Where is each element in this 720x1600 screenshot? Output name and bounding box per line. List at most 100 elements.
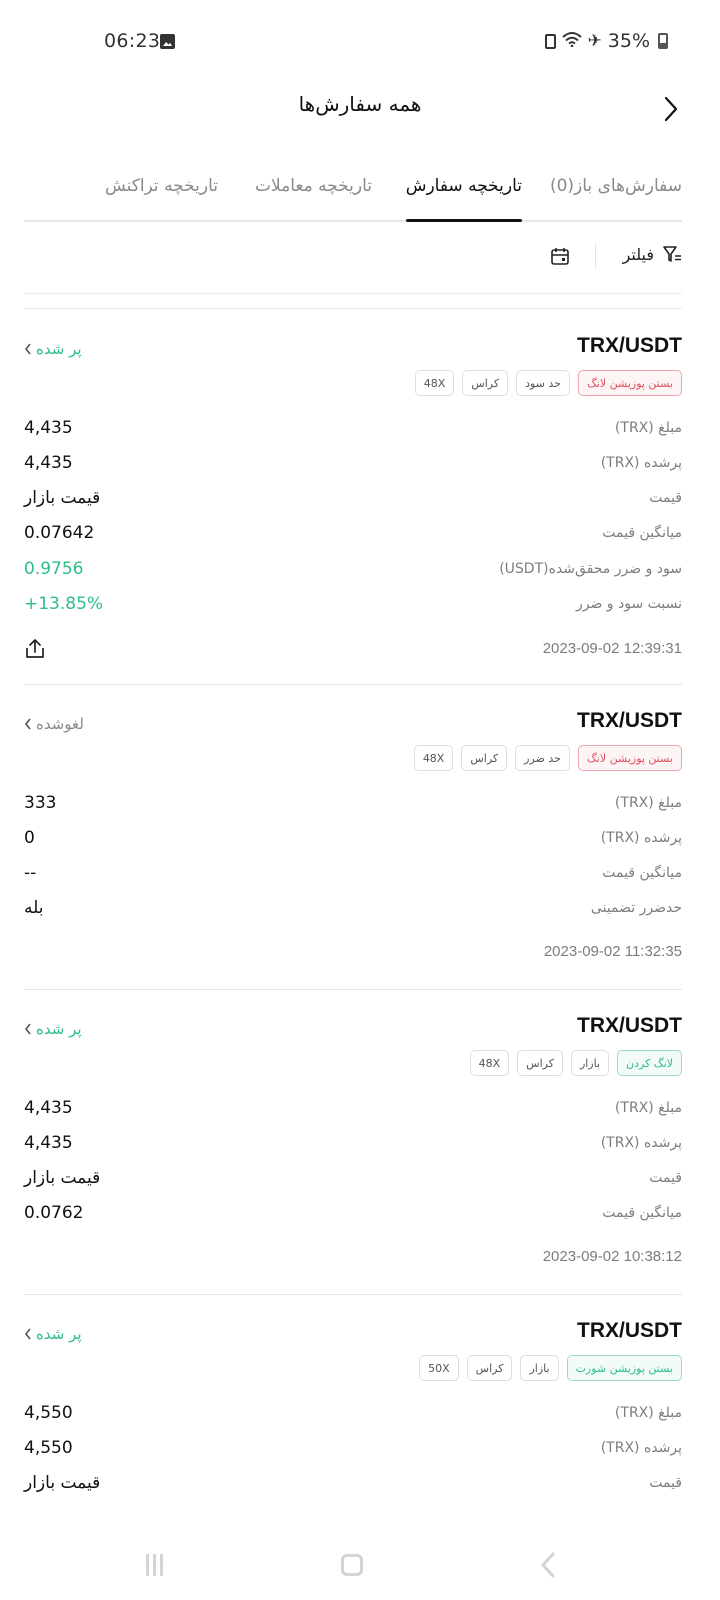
tab-open-orders[interactable]: سفارش‌های باز(0)	[550, 176, 682, 220]
row-value: قیمت بازار	[24, 488, 101, 508]
row-label: پرشده (TRX)	[600, 1440, 682, 1456]
row-value: قیمت بازار	[24, 1473, 101, 1493]
row-value: --	[24, 863, 37, 883]
filter-divider	[595, 244, 596, 268]
row-label: مبلغ (TRX)	[614, 420, 682, 436]
chevron-left-icon	[541, 1552, 555, 1578]
chevron-right-icon	[664, 96, 678, 122]
chevron-left-icon	[24, 343, 31, 355]
chevron-left-icon	[24, 718, 31, 730]
order-tags: بستن پوزیشن لانگ حد ضرر کراس 48X	[413, 745, 682, 771]
row-value: 4,435	[24, 1098, 73, 1118]
battery-icon	[658, 33, 668, 49]
order-row: میانگین قیمت 0.0762	[24, 1201, 682, 1229]
battery-percent: 35%	[607, 30, 650, 52]
system-nav-bar	[0, 1536, 720, 1600]
order-row: حدضرر تضمینی بله	[24, 896, 682, 924]
order-pair: TRX/USDT	[577, 334, 682, 357]
tag-side: بستن پوزیشن شورت	[566, 1355, 682, 1381]
order-card[interactable]: TRX/USDT پر شده بستن پوزیشن شورت بازار ک…	[24, 1295, 682, 1525]
row-label: قیمت	[649, 490, 682, 506]
airplane-mode-icon: ✈	[587, 31, 602, 51]
row-label: مبلغ (TRX)	[614, 795, 682, 811]
filter-button[interactable]: فیلتر	[623, 244, 682, 264]
row-label: نسبت سود و ضرر	[575, 596, 682, 612]
order-card[interactable]: TRX/USDT پر شده بستن پوزیشن لانگ حد سود …	[24, 310, 682, 685]
header: همه سفارش‌ها	[0, 80, 720, 140]
tab-transaction-history[interactable]: تاریخچه تراکنش	[105, 176, 218, 220]
list-top-divider	[24, 308, 682, 309]
row-value: 333	[24, 793, 57, 813]
row-label: پرشده (TRX)	[600, 1135, 682, 1151]
tag-margin-mode: کراس	[461, 745, 508, 771]
order-row: سود و ضرر محقق‌شده(USDT) 0.9756	[24, 557, 682, 585]
tag-order-type: حد ضرر	[515, 745, 570, 771]
sim-icon	[544, 33, 556, 49]
tag-margin-mode: کراس	[466, 1355, 513, 1381]
order-status-link[interactable]: پر شده	[24, 1020, 82, 1038]
status-icons: ✈ 35%	[544, 30, 668, 52]
order-status-link[interactable]: پر شده	[24, 340, 82, 358]
order-row: مبلغ (TRX) 4,550	[24, 1401, 682, 1429]
tag-order-type: بازار	[520, 1355, 559, 1381]
order-row: پرشده (TRX) 4,435	[24, 451, 682, 479]
row-label: سود و ضرر محقق‌شده(USDT)	[499, 561, 682, 577]
calendar-button[interactable]	[550, 246, 570, 266]
recents-button[interactable]	[146, 1554, 166, 1576]
order-row: پرشده (TRX) 0	[24, 826, 682, 854]
tag-order-type: حد سود	[516, 370, 570, 396]
tag-leverage: 50X	[419, 1355, 459, 1381]
chevron-left-icon	[24, 1023, 31, 1035]
order-pair: TRX/USDT	[577, 1319, 682, 1342]
row-value: +13.85%	[24, 594, 104, 614]
share-icon	[26, 639, 44, 658]
row-value: 4,435	[24, 418, 73, 438]
wifi-icon	[561, 31, 582, 51]
order-status-link[interactable]: لغوشده	[24, 715, 84, 733]
order-status: پر شده	[36, 1020, 82, 1038]
row-label: مبلغ (TRX)	[614, 1405, 682, 1421]
row-value: 4,550	[24, 1403, 73, 1423]
row-value: بله	[24, 898, 44, 918]
order-tags: بستن پوزیشن لانگ حد سود کراس 48X	[414, 370, 682, 396]
order-timestamp: 2023-09-02 11:32:35	[543, 943, 682, 960]
row-value: 0	[24, 828, 35, 848]
row-label: قیمت	[649, 1475, 682, 1491]
tag-side: بستن پوزیشن لانگ	[577, 370, 682, 396]
order-row: قیمت قیمت بازار	[24, 486, 682, 514]
row-label: مبلغ (TRX)	[614, 1100, 682, 1116]
gallery-notification-icon	[160, 34, 175, 49]
calendar-icon	[551, 248, 569, 265]
order-row: میانگین قیمت 0.07642	[24, 521, 682, 549]
order-tags: لانگ کردن بازار کراس 48X	[469, 1050, 682, 1076]
row-value: 0.0762	[24, 1203, 84, 1223]
order-status: پر شده	[36, 340, 82, 358]
row-value: 0.9756	[24, 559, 84, 579]
back-button[interactable]	[658, 94, 684, 124]
tag-leverage: 48X	[413, 745, 454, 771]
tab-trade-history[interactable]: تاریخچه معاملات	[255, 176, 372, 220]
tab-order-history[interactable]: تاریخچه سفارش	[405, 176, 523, 222]
row-label: پرشده (TRX)	[600, 830, 682, 846]
tag-order-type: بازار	[570, 1050, 610, 1076]
order-status-link[interactable]: پر شده	[24, 1325, 82, 1343]
order-card[interactable]: TRX/USDT لغوشده بستن پوزیشن لانگ حد ضرر …	[24, 685, 682, 990]
order-card[interactable]: TRX/USDT پر شده لانگ کردن بازار کراس 48X…	[24, 990, 682, 1295]
chevron-left-icon	[24, 1328, 31, 1340]
share-button[interactable]	[24, 638, 46, 660]
row-label: میانگین قیمت	[602, 865, 682, 881]
system-back-button[interactable]	[540, 1552, 556, 1578]
filter-row: فیلتر	[24, 230, 682, 294]
tag-margin-mode: کراس	[462, 370, 509, 396]
row-value: 4,435	[24, 453, 73, 473]
order-pair: TRX/USDT	[577, 1014, 682, 1037]
home-button[interactable]	[341, 1554, 363, 1576]
row-label: پرشده (TRX)	[600, 455, 682, 471]
order-row: مبلغ (TRX) 333	[24, 791, 682, 819]
order-row: قیمت قیمت بازار	[24, 1166, 682, 1194]
filter-label: فیلتر	[622, 244, 654, 264]
tag-side: بستن پوزیشن لانگ	[577, 745, 682, 771]
order-status: پر شده	[36, 1325, 82, 1343]
order-row: پرشده (TRX) 4,435	[24, 1131, 682, 1159]
order-row: میانگین قیمت --	[24, 861, 682, 889]
